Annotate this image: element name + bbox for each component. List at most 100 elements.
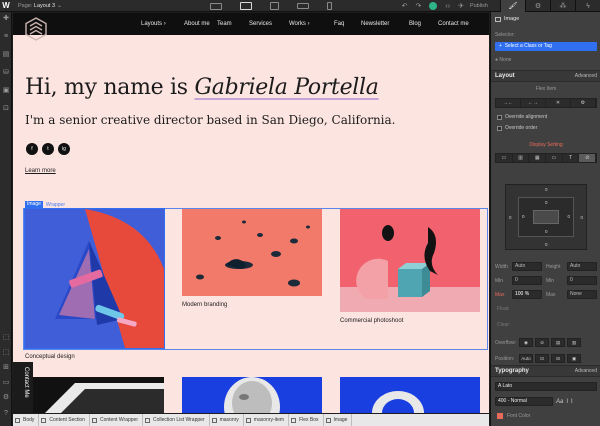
margin-top-value[interactable]: 0 [545, 187, 548, 192]
chevron-down-icon[interactable]: ⌄ [57, 2, 62, 9]
desktop-icon[interactable] [240, 2, 252, 10]
selector-input[interactable]: + Select a Class or Tag [495, 42, 597, 51]
nav-contact-me[interactable]: Contact me [438, 13, 469, 35]
grid-icon[interactable]: ⊞ [2, 364, 10, 372]
publish-button[interactable]: Publish [470, 3, 488, 9]
typography-advanced-toggle[interactable]: Advanced [575, 368, 597, 374]
cms-icon[interactable]: ⛁ [2, 69, 10, 77]
breadcrumb-image[interactable]: Image [324, 414, 353, 426]
card-caption-conceptual[interactable]: Conceptual design [25, 354, 75, 360]
nav-about-me[interactable]: About me [184, 13, 210, 35]
learn-more-link[interactable]: Learn more [25, 168, 56, 174]
overflow-hidden-button[interactable]: ⊘ [535, 338, 549, 347]
breadcrumb-content-section[interactable]: Content Section [39, 414, 90, 426]
code-icon[interactable]: ‹› [445, 3, 450, 10]
state-none-label[interactable]: ● None [495, 57, 511, 63]
interactions-panel-tab[interactable]: ϟ [575, 0, 600, 12]
settings-icon[interactable]: ⚙ [2, 394, 10, 402]
contact-me-tab[interactable]: Contact Me [13, 362, 33, 414]
display-inline-block-button[interactable]: ▭ [546, 154, 563, 162]
style-panel-tab[interactable]: 🖌 [500, 0, 525, 12]
display-inline-button[interactable]: T [563, 154, 580, 162]
layout-advanced-toggle[interactable]: Advanced [575, 73, 597, 79]
nav-faq[interactable]: Faq [334, 13, 344, 35]
mobile-landscape-icon[interactable] [297, 3, 309, 9]
overflow-visible-button[interactable]: ◉ [519, 338, 533, 347]
card-image-branding[interactable] [182, 209, 322, 296]
card-caption-branding[interactable]: Modern branding [182, 302, 227, 308]
hero-heading[interactable]: Hi, my name is Gabriela Portella [25, 75, 379, 100]
redo-icon[interactable]: ↷ [416, 2, 422, 10]
nav-works[interactable]: Works › [289, 13, 310, 35]
pages-icon[interactable]: ▤ [2, 51, 10, 59]
card-caption-photoshoot[interactable]: Commercial photoshoot [340, 318, 403, 324]
padding-bottom-value[interactable]: 0 [545, 229, 548, 234]
min-height-input[interactable]: 0 [567, 276, 597, 285]
min-width-input[interactable]: 0 [512, 276, 542, 285]
flex-grow-button[interactable]: ←→ [521, 99, 546, 107]
select-tool-icon[interactable]: ⬚ [2, 334, 10, 342]
undo-icon[interactable]: ↶ [402, 2, 408, 10]
font-weight-select[interactable]: 400 - Normal [495, 397, 553, 406]
card-image-photoshoot[interactable] [340, 209, 480, 312]
typography-section-header[interactable]: Typography Advanced [491, 365, 600, 377]
box-model-editor[interactable]: 0 0 0 0 0 0 0 0 [505, 184, 587, 250]
overflow-auto-button[interactable]: ▥ [567, 338, 581, 347]
nav-services[interactable]: Services [249, 13, 272, 35]
card-image-4[interactable] [25, 377, 164, 413]
publish-icon[interactable]: ✈ [458, 2, 464, 10]
margin-bottom-value[interactable]: 0 [545, 242, 548, 247]
hero-subtitle[interactable]: I'm a senior creative director based in … [25, 113, 395, 127]
nav-newsletter[interactable]: Newsletter [361, 13, 389, 35]
margin-right-value[interactable]: 0 [580, 215, 583, 220]
breadcrumb-content-wrapper[interactable]: Content Wrapper [90, 414, 143, 426]
font-family-select[interactable]: A Lato [495, 382, 597, 391]
font-color-icon[interactable] [497, 413, 503, 419]
flex-none-button[interactable]: ✕ [546, 99, 571, 107]
card-image-5[interactable] [182, 377, 322, 413]
margin-left-value[interactable]: 0 [509, 215, 512, 220]
max-width-unit[interactable]: % [525, 291, 529, 297]
tablet-icon[interactable] [270, 2, 279, 10]
desktop-large-icon[interactable] [210, 2, 222, 10]
facebook-icon[interactable]: f [26, 143, 38, 155]
navigator-panel-tab[interactable]: ⁂ [550, 0, 575, 12]
padding-right-value[interactable]: 0 [567, 214, 570, 219]
overflow-scroll-button[interactable]: ▤ [551, 338, 565, 347]
position-absolute-button[interactable]: ⊟ [551, 354, 565, 363]
comment-icon[interactable]: ▭ [2, 379, 10, 387]
display-grid-button[interactable]: ▦ [529, 154, 547, 162]
card-image-6[interactable] [340, 377, 480, 413]
flex-shrink-button[interactable]: →← [496, 99, 521, 107]
help-icon[interactable]: ? [2, 410, 10, 418]
override-alignment-toggle[interactable]: Override alignment [491, 114, 600, 120]
breadcrumb-masonry[interactable]: masonry [210, 414, 244, 426]
collaborator-avatar[interactable] [429, 2, 438, 10]
display-none-button[interactable]: ⊘ [579, 154, 597, 162]
nav-blog[interactable]: Blog [409, 13, 421, 35]
padding-top-value[interactable]: 0 [545, 200, 548, 205]
selection-box-icon[interactable]: ⬚ [2, 349, 10, 357]
nav-team[interactable]: Team [217, 13, 232, 35]
display-flex-button[interactable]: ▥ [513, 154, 530, 162]
instagram-icon[interactable]: ig [58, 143, 70, 155]
text-decoration-icon[interactable]: I [571, 399, 573, 405]
add-element-icon[interactable]: ✚ [2, 15, 10, 23]
display-block-button[interactable]: ▭ [496, 154, 513, 162]
padding-left-value[interactable]: 0 [522, 214, 525, 219]
site-logo-icon[interactable] [25, 17, 47, 41]
layout-section-header[interactable]: Layout Advanced [491, 70, 600, 82]
position-relative-button[interactable]: ⊡ [535, 354, 549, 363]
override-order-toggle[interactable]: Override order [491, 125, 600, 131]
mobile-portrait-icon[interactable] [327, 2, 332, 10]
selected-element-badge[interactable]: Image [25, 201, 43, 208]
breadcrumb-collection-list-wrapper[interactable]: Collection List Wrapper [143, 414, 210, 426]
nav-layouts[interactable]: Layouts › [141, 13, 166, 35]
position-fixed-button[interactable]: ▣ [567, 354, 581, 363]
page-selector[interactable]: Page: Layout 3 [18, 3, 55, 9]
parent-element-badge[interactable]: Wrapper [46, 202, 65, 208]
width-input[interactable]: Auto [512, 262, 542, 271]
twitter-icon[interactable]: t [42, 143, 54, 155]
flex-custom-button[interactable]: ⚙ [571, 99, 596, 107]
breadcrumb-flex-box[interactable]: Flex Box [289, 414, 324, 426]
